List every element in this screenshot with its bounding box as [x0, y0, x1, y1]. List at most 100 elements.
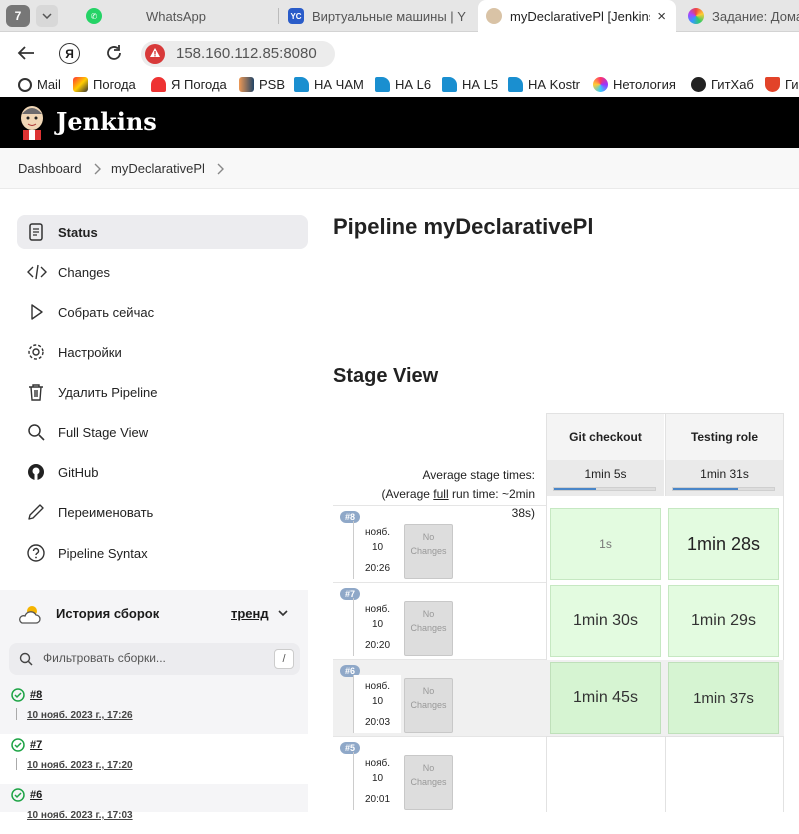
url-text: 158.160.112.85:8080: [176, 45, 317, 62]
code-icon: [27, 264, 47, 280]
browser-tab-bar: 7 ✆ WhatsApp YC Виртуальные машины | Y m…: [0, 0, 799, 32]
sidebar-item-delete[interactable]: Удалить Pipeline: [17, 375, 308, 409]
tab-jenkins[interactable]: myDeclarativePl [Jenkins] ×: [478, 0, 676, 32]
bookmark-label: Mail: [37, 77, 61, 92]
tab-counter[interactable]: 7: [6, 5, 30, 27]
chevron-down-icon[interactable]: [278, 610, 288, 617]
build-history-row[interactable]: #6 10 нояб. 2023 г., 17:03: [0, 784, 308, 834]
sidebar-item-label: Changes: [58, 264, 111, 280]
yandex-icon[interactable]: Я: [59, 43, 80, 64]
run-row: #8 нояб. 10 20:26 No Changes: [333, 506, 546, 583]
sidebar-item-build-now[interactable]: Собрать сейчас: [17, 295, 308, 329]
no-changes-box[interactable]: No Changes: [404, 678, 453, 733]
avg-label: Average stage times:: [422, 468, 535, 482]
run-month: нояб.: [364, 604, 390, 615]
bookmark-na-cham[interactable]: НА ЧАМ: [294, 77, 364, 92]
avg-progress-fill: [554, 488, 597, 490]
build-history-row[interactable]: #7 10 нояб. 2023 г., 17:20: [0, 734, 308, 784]
psb-icon: [239, 77, 254, 92]
stage-cell-testing-role[interactable]: 1min 37s: [668, 662, 779, 734]
sidebar-item-github[interactable]: GitHub: [17, 455, 308, 489]
back-arrow-icon[interactable]: [17, 45, 35, 61]
stage-cell-git-checkout[interactable]: 1min 30s: [550, 585, 661, 657]
tab-yandex-cloud[interactable]: YC Виртуальные машины | Y: [280, 0, 470, 32]
avg-full-link[interactable]: full: [433, 487, 448, 501]
build-date-link[interactable]: 10 нояб. 2023 г., 17:20: [27, 760, 133, 771]
build-number-link[interactable]: #6: [30, 789, 42, 801]
netology-icon: [593, 77, 608, 92]
avg-progress-bar: [672, 487, 775, 491]
tab-whatsapp[interactable]: ✆ WhatsApp: [78, 0, 278, 32]
stage-cell-testing-role[interactable]: 1min 28s: [668, 508, 779, 580]
stage-duration: 1min 45s: [573, 689, 638, 706]
breadcrumb-pipeline[interactable]: myDeclarativePl: [111, 161, 205, 176]
sidebar-item-rename[interactable]: Переименовать: [17, 495, 308, 529]
no-changes-box[interactable]: No Changes: [404, 755, 453, 810]
chevron-right-icon: [94, 163, 101, 175]
run-date: нояб. 10 20:03: [353, 675, 401, 733]
stage-cell-git-checkout[interactable]: 1min 45s: [550, 662, 661, 734]
sidebar-item-label: Настройки: [58, 344, 122, 360]
stage-duration: 1min 29s: [691, 612, 756, 629]
bookmarks-bar: Mail Погода Я Погода PSB НА ЧАМ НА L6 НА…: [0, 74, 799, 98]
bookmark-netologia[interactable]: Нетология: [593, 77, 676, 92]
timeline-line: [16, 758, 17, 770]
trash-icon: [29, 384, 43, 401]
row-divider: [546, 736, 784, 737]
filter-builds-input[interactable]: Фильтровать сборки... /: [9, 643, 300, 675]
reload-icon[interactable]: [105, 44, 123, 62]
trend-link[interactable]: тренд: [231, 606, 269, 621]
search-icon: [28, 424, 45, 441]
stage-cell-git-checkout[interactable]: 1s: [550, 508, 661, 580]
no-changes-box[interactable]: No Changes: [404, 601, 453, 656]
bookmark-na-l6[interactable]: НА L6: [375, 77, 431, 92]
success-check-icon: [11, 688, 25, 702]
warning-icon[interactable]: [145, 44, 165, 64]
run-time: 20:26: [364, 563, 391, 574]
page-title: Pipeline myDeclarativePl: [333, 214, 594, 239]
build-history-row[interactable]: #8 10 нояб. 2023 г., 17:26: [0, 684, 308, 734]
build-number-link[interactable]: #8: [30, 689, 42, 701]
avg-time-value: 1min 5s: [584, 467, 627, 481]
sidebar-item-status[interactable]: Status: [17, 215, 308, 249]
sidebar-item-label: Переименовать: [58, 504, 154, 520]
bookmark-mail[interactable]: Mail: [18, 77, 61, 92]
bookmark-gitlab[interactable]: Ги: [765, 77, 799, 92]
bookmark-github[interactable]: ГитХаб: [691, 77, 754, 92]
stage-cell-testing-role[interactable]: 1min 29s: [668, 585, 779, 657]
sail-icon: [508, 77, 523, 92]
close-icon[interactable]: ×: [657, 8, 666, 25]
avg-time-git-checkout: 1min 5s: [547, 460, 664, 496]
sidebar-item-settings[interactable]: Настройки: [17, 335, 308, 369]
history-title: История сборок: [56, 606, 160, 621]
avg-full-suffix: run time: ~2min: [448, 487, 535, 501]
bookmark-na-l5[interactable]: НА L5: [442, 77, 498, 92]
build-date-link[interactable]: 10 нояб. 2023 г., 17:26: [27, 710, 133, 721]
build-number-link[interactable]: #7: [30, 739, 42, 751]
bookmark-pogoda[interactable]: Погода: [73, 77, 136, 92]
bookmark-ya-pogoda[interactable]: Я Погода: [151, 77, 227, 92]
sidebar-item-full-stage-view[interactable]: Full Stage View: [17, 415, 308, 449]
stage-header-testing-role: Testing role: [665, 414, 783, 460]
chevron-right-icon[interactable]: [216, 163, 224, 175]
tabs-dropdown-icon[interactable]: [36, 5, 58, 27]
no-changes-box[interactable]: No Changes: [404, 524, 453, 579]
jenkins-logo-icon[interactable]: [18, 104, 46, 140]
jenkins-brand[interactable]: Jenkins: [56, 107, 157, 136]
breadcrumb-dashboard[interactable]: Dashboard: [18, 161, 82, 176]
bookmark-na-kostr[interactable]: НА Kostr: [508, 77, 580, 92]
tab-divider: [278, 8, 279, 24]
url-field[interactable]: 158.160.112.85:8080: [141, 41, 335, 67]
bookmark-label: Ги: [785, 77, 799, 92]
stage-view-title: Stage View: [333, 365, 439, 387]
jenkins-favicon-icon: [486, 8, 502, 24]
sidebar-item-changes[interactable]: Changes: [17, 255, 308, 289]
bookmark-label: Я Погода: [171, 77, 227, 92]
keyboard-shortcut-badge: /: [274, 649, 294, 669]
whatsapp-icon: ✆: [86, 8, 102, 24]
bookmark-psb[interactable]: PSB: [239, 77, 285, 92]
stage-header-git-checkout: Git checkout: [547, 414, 664, 460]
sidebar-item-label: GitHub: [58, 464, 99, 480]
tab-zadanie[interactable]: Задание: Дома: [680, 0, 799, 32]
sidebar-item-pipeline-syntax[interactable]: Pipeline Syntax: [17, 536, 308, 570]
